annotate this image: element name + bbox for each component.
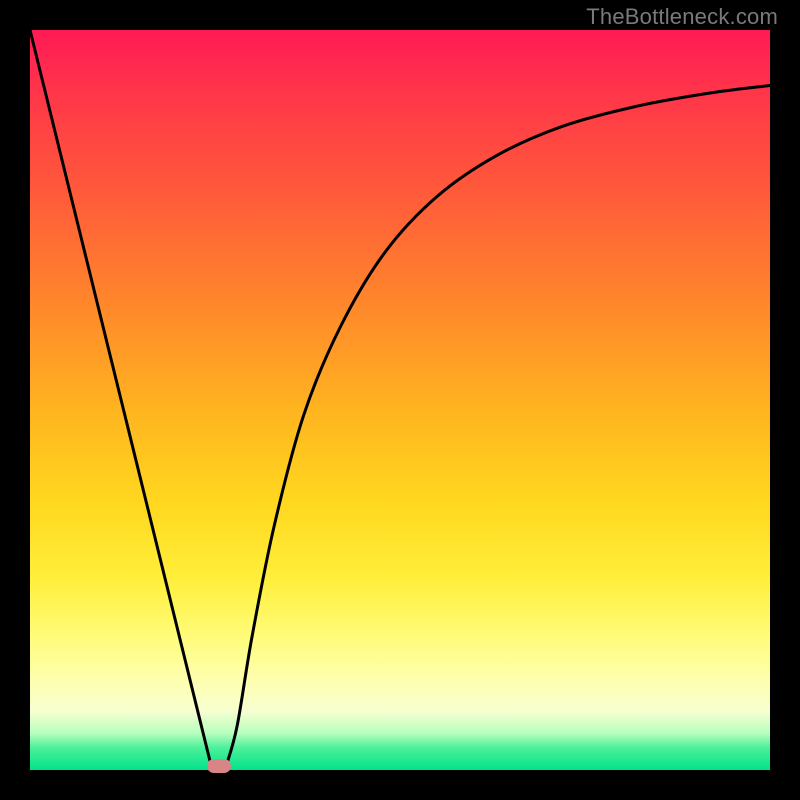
chart-frame: TheBottleneck.com — [0, 0, 800, 800]
bottleneck-curve — [30, 30, 770, 770]
curve-left-descent — [30, 30, 211, 766]
curve-right-ascent — [226, 86, 770, 767]
valley-marker — [207, 759, 231, 773]
plot-area — [30, 30, 770, 770]
watermark-text: TheBottleneck.com — [586, 4, 778, 30]
